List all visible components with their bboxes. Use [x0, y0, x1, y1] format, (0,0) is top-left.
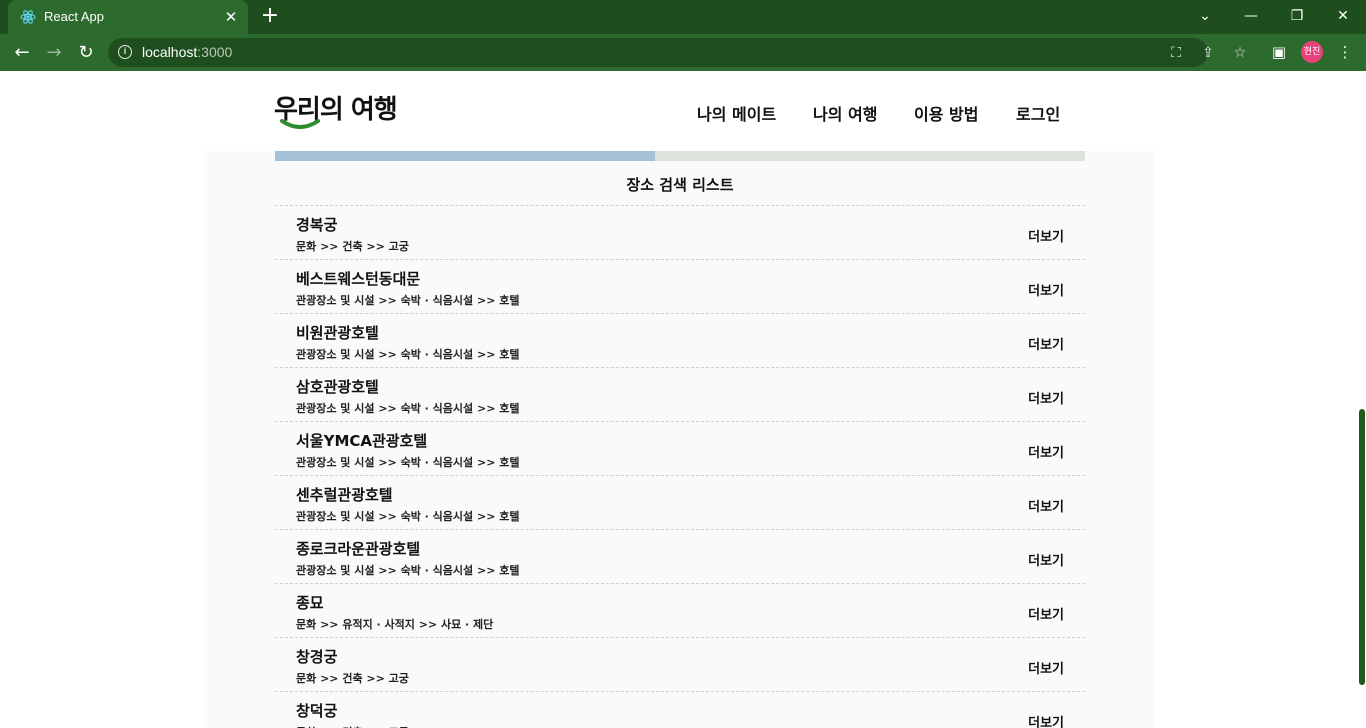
- address-bar[interactable]: i localhost:3000 ⛶ ⇪ ☆: [108, 38, 1246, 67]
- more-button[interactable]: 더보기: [1028, 658, 1064, 677]
- site-header: 우리의 여행 나의 메이트 나의 여행 이용 방법 로그인: [0, 71, 1358, 151]
- place-category: 관광장소 및 시설 >> 숙박 · 식음시설 >> 호텔: [296, 456, 520, 469]
- translate-icon[interactable]: ⛶: [1166, 43, 1186, 63]
- react-favicon: [20, 10, 36, 24]
- menu-icon[interactable]: ⋮: [1334, 41, 1356, 63]
- minimize-icon[interactable]: —: [1239, 6, 1263, 26]
- place-name: 종묘: [296, 594, 324, 612]
- place-category: 관광장소 및 시설 >> 숙박 · 식음시설 >> 호텔: [296, 402, 520, 415]
- list-item[interactable]: 종로크라운관광호텔관광장소 및 시설 >> 숙박 · 식음시설 >> 호텔 더보기: [275, 529, 1085, 583]
- avatar[interactable]: 현진: [1301, 41, 1323, 63]
- place-name: 종로크라운관광호텔: [296, 540, 421, 558]
- browser-toolbar: ← → ↻ i localhost:3000 ⛶ ⇪ ☆ ▣ 현진 ⋮: [0, 34, 1366, 71]
- place-category: 문화 >> 건축 >> 고궁: [296, 724, 409, 728]
- place-name: 센추럴관광호텔: [296, 486, 393, 504]
- back-icon[interactable]: ←: [10, 41, 34, 65]
- place-name: 창경궁: [296, 648, 338, 666]
- place-name: 베스트웨스턴동대문: [296, 270, 421, 288]
- scrollbar[interactable]: [1358, 71, 1366, 728]
- place-name: 경복궁: [296, 216, 338, 234]
- list-item[interactable]: 창덕궁문화 >> 건축 >> 고궁 더보기: [275, 691, 1085, 728]
- more-button[interactable]: 더보기: [1028, 550, 1064, 569]
- place-name: 서울YMCA관광호텔: [296, 432, 428, 450]
- list-title: 장소 검색 리스트: [626, 176, 734, 194]
- list-item[interactable]: 종묘문화 >> 유적지 · 사적지 >> 사묘 · 제단 더보기: [275, 583, 1085, 637]
- more-button[interactable]: 더보기: [1028, 334, 1064, 353]
- place-category: 관광장소 및 시설 >> 숙박 · 식음시설 >> 호텔: [296, 564, 520, 577]
- share-icon[interactable]: ⇪: [1198, 43, 1218, 63]
- forward-icon[interactable]: →: [42, 41, 66, 65]
- restore-icon[interactable]: ❐: [1285, 6, 1309, 26]
- url-text[interactable]: localhost:3000: [142, 44, 232, 60]
- more-button[interactable]: 더보기: [1028, 226, 1064, 245]
- place-category: 문화 >> 건축 >> 고궁: [296, 672, 409, 685]
- chevron-down-icon[interactable]: ⌄: [1193, 6, 1217, 26]
- nav-my-trip[interactable]: 나의 여행: [813, 101, 877, 125]
- nav-login[interactable]: 로그인: [1016, 101, 1060, 125]
- place-category: 문화 >> 유적지 · 사적지 >> 사묘 · 제단: [296, 618, 494, 631]
- browser-tab[interactable]: React App ✕: [8, 0, 248, 34]
- more-button[interactable]: 더보기: [1028, 604, 1064, 623]
- plus-icon[interactable]: +: [258, 5, 282, 29]
- place-category: 문화 >> 건축 >> 고궁: [296, 240, 409, 253]
- list-item[interactable]: 센추럴관광호텔관광장소 및 시설 >> 숙박 · 식음시설 >> 호텔 더보기: [275, 475, 1085, 529]
- more-button[interactable]: 더보기: [1028, 496, 1064, 515]
- nav-how-to-use[interactable]: 이용 방법: [914, 101, 978, 125]
- tab-title: React App: [44, 9, 104, 24]
- browser-tab-bar: React App ✕ + ⌄ — ❐ ✕: [0, 0, 1366, 34]
- smile-icon: [280, 119, 320, 129]
- place-name: 삼호관광호텔: [296, 378, 379, 396]
- window-close-icon[interactable]: ✕: [1331, 6, 1355, 26]
- list-item[interactable]: 삼호관광호텔관광장소 및 시설 >> 숙박 · 식음시설 >> 호텔 더보기: [275, 367, 1085, 421]
- place-category: 관광장소 및 시설 >> 숙박 · 식음시설 >> 호텔: [296, 348, 520, 361]
- list-item[interactable]: 베스트웨스턴동대문관광장소 및 시설 >> 숙박 · 식음시설 >> 호텔 더보기: [275, 259, 1085, 313]
- list-item[interactable]: 창경궁문화 >> 건축 >> 고궁 더보기: [275, 637, 1085, 691]
- nav-my-mate[interactable]: 나의 메이트: [697, 101, 776, 125]
- place-name: 비원관광호텔: [296, 324, 379, 342]
- list-item[interactable]: 경복궁문화 >> 건축 >> 고궁 더보기: [275, 205, 1085, 259]
- page-viewport: 우리의 여행 나의 메이트 나의 여행 이용 방법 로그인 장소 검색 리스트 …: [0, 71, 1366, 728]
- sidepanel-icon[interactable]: ▣: [1268, 41, 1290, 63]
- more-button[interactable]: 더보기: [1028, 712, 1064, 728]
- logo[interactable]: 우리의 여행: [274, 89, 424, 133]
- reload-icon[interactable]: ↻: [74, 41, 98, 65]
- star-icon[interactable]: ☆: [1230, 43, 1250, 63]
- more-button[interactable]: 더보기: [1028, 388, 1064, 407]
- close-icon[interactable]: ✕: [222, 8, 240, 26]
- place-list: 경복궁 문화 >> 건축 >> 고궁 더보기 베스트웨스턴동대문 관광장소 및 시설 >…: [275, 205, 1085, 728]
- scroll-thumb[interactable]: [1359, 409, 1365, 685]
- more-button[interactable]: 더보기: [1028, 280, 1064, 299]
- info-icon[interactable]: i: [118, 45, 132, 59]
- list-item[interactable]: 서울YMCA관광호텔관광장소 및 시설 >> 숙박 · 식음시설 >> 호텔 더보…: [275, 421, 1085, 475]
- more-button[interactable]: 더보기: [1028, 442, 1064, 461]
- logo-part2: 여행: [350, 95, 398, 125]
- place-name: 창덕궁: [296, 702, 338, 720]
- place-category: 관광장소 및 시설 >> 숙박 · 식음시설 >> 호텔: [296, 510, 520, 523]
- map[interactable]: [275, 151, 1085, 161]
- place-category: 관광장소 및 시설 >> 숙박 · 식음시설 >> 호텔: [296, 294, 520, 307]
- list-item[interactable]: 비원관광호텔관광장소 및 시설 >> 숙박 · 식음시설 >> 호텔 더보기: [275, 313, 1085, 367]
